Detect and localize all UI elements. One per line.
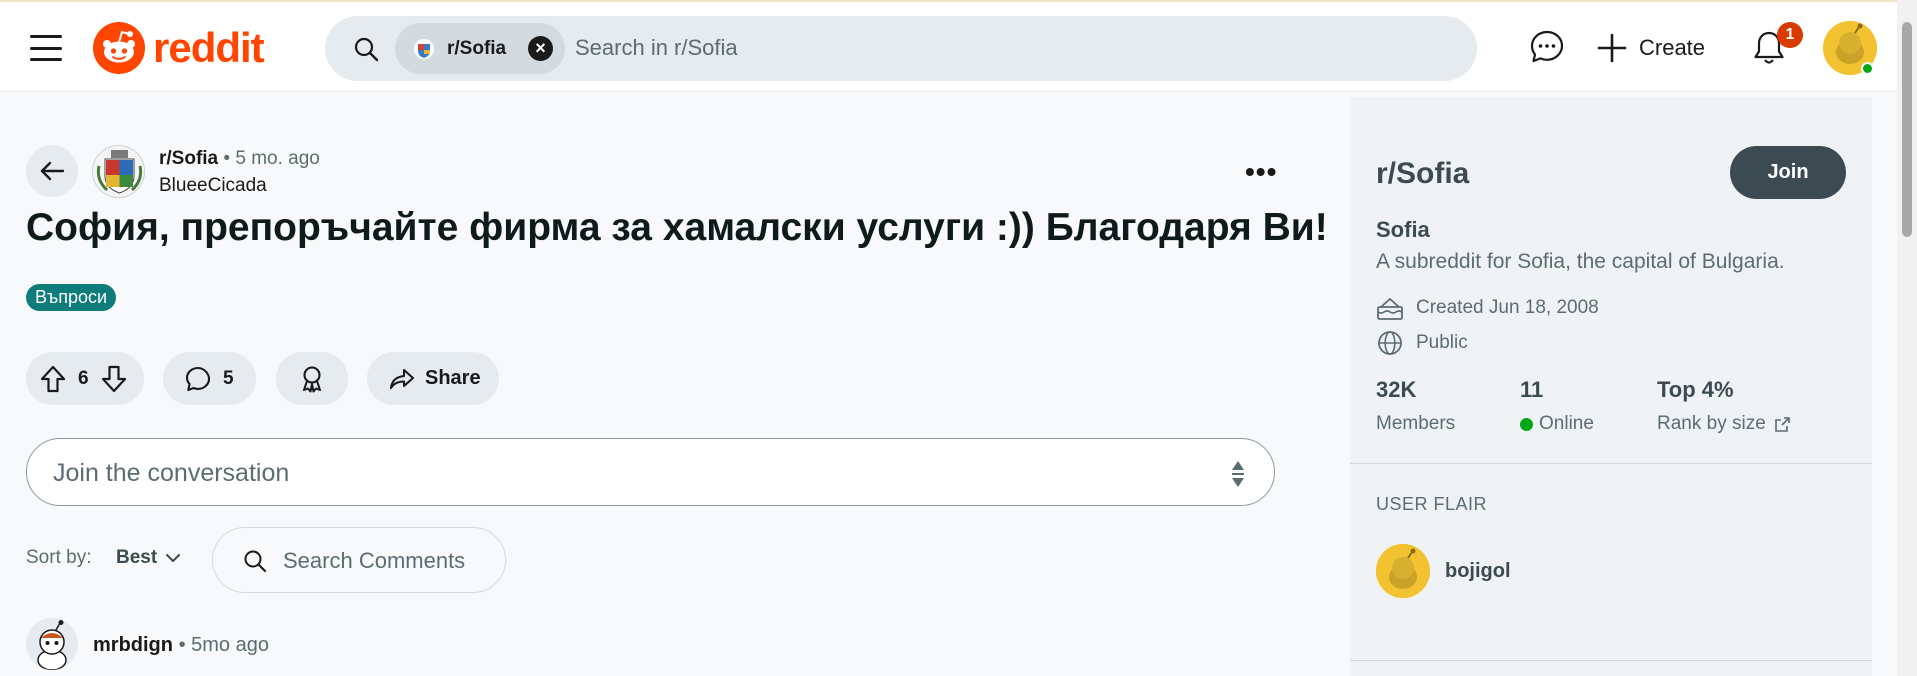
globe-icon [1378, 331, 1402, 355]
search-input[interactable] [575, 31, 1435, 65]
sidebar-divider [1350, 463, 1872, 464]
clear-scope-button[interactable]: × [528, 36, 553, 61]
search-icon [354, 37, 379, 62]
search-scope-chip[interactable]: r/Sofia × [395, 23, 565, 74]
reddit-logo[interactable]: reddit [93, 20, 265, 76]
comment-search-input[interactable] [283, 546, 483, 576]
community-description: A subreddit for Sofia, the capital of Bu… [1376, 250, 1785, 273]
rank-stat[interactable]: Top 4% Rank by size [1657, 377, 1791, 435]
commenter-avatar[interactable] [26, 618, 78, 670]
cake-icon [1377, 298, 1403, 320]
members-label: Members [1376, 413, 1456, 434]
expand-toggle-icon[interactable] [1230, 459, 1246, 489]
create-label: Create [1639, 35, 1706, 60]
search-bar[interactable]: r/Sofia × [325, 16, 1477, 81]
online-status-dot [1861, 62, 1874, 75]
post-meta: r/Sofia • 5 mo. ago [159, 148, 320, 170]
subreddit-crest-icon [414, 38, 434, 59]
search-chip-label: r/Sofia [447, 37, 507, 59]
comment-icon [185, 366, 211, 391]
visibility-row: Public [1376, 330, 1468, 356]
snoo-icon [93, 22, 145, 74]
sidebar-divider [1350, 660, 1872, 661]
rank-value: Top 4% [1657, 377, 1734, 402]
search-icon [244, 550, 267, 573]
comment-header: mrbdign • 5mo ago [93, 634, 269, 657]
top-navigation-bar: reddit r/Sofia × Create [0, 0, 1897, 92]
community-title: r/Sofia [1376, 157, 1470, 190]
post-timestamp: 5 mo. ago [235, 148, 320, 169]
rank-label: Rank by size [1657, 413, 1766, 434]
comments-button[interactable]: 5 [163, 352, 256, 405]
comment-search-box[interactable] [212, 527, 506, 593]
back-button[interactable] [26, 145, 78, 197]
comment-input[interactable] [53, 456, 1153, 490]
comment-timestamp: 5mo ago [191, 634, 269, 656]
meta-separator: • [178, 634, 192, 656]
members-stat: 32K Members [1376, 377, 1455, 435]
vote-control: 6 [26, 352, 144, 405]
menu-icon[interactable] [30, 35, 62, 61]
share-label: Share [425, 367, 481, 389]
comment-author[interactable]: mrbdign [93, 634, 173, 656]
post-author[interactable]: BlueeCicada [159, 175, 267, 197]
notification-badge: 1 [1777, 22, 1803, 48]
online-label: Online [1539, 413, 1594, 434]
chat-icon[interactable] [1529, 29, 1565, 65]
sort-dropdown[interactable]: Best [116, 543, 181, 573]
community-sidebar: r/Sofia Join Sofia A subreddit for Sofia… [1350, 97, 1872, 676]
online-count: 11 [1520, 377, 1544, 402]
share-icon [389, 368, 415, 389]
award-icon [303, 365, 321, 392]
flair-username: bojigol [1445, 560, 1511, 582]
sort-label: Sort by: [26, 547, 92, 568]
meta-separator: • [223, 148, 236, 169]
sort-value: Best [116, 547, 158, 568]
avatar-image [1376, 544, 1430, 598]
online-stat: 11 Online [1520, 377, 1594, 435]
vote-count: 6 [78, 367, 89, 389]
external-link-icon [1774, 416, 1790, 432]
flair-avatar[interactable] [1376, 544, 1430, 598]
user-flair-heading: USER FLAIR [1376, 494, 1488, 514]
upvote-icon[interactable] [40, 365, 66, 393]
logo-wordmark: reddit [153, 24, 265, 71]
online-dot-icon [1520, 417, 1533, 431]
join-button[interactable]: Join [1730, 146, 1846, 199]
page-scrollbar[interactable] [1897, 0, 1917, 676]
downvote-icon[interactable] [101, 365, 127, 393]
snoo-avatar-image [26, 618, 78, 670]
members-count: 32K [1376, 377, 1417, 402]
community-name: Sofia [1376, 217, 1430, 242]
more-options-button[interactable]: ••• [1245, 158, 1277, 186]
post-title: София, препоръчайте фирма за хамалски ус… [26, 206, 1328, 249]
subreddit-link[interactable]: r/Sofia [159, 148, 218, 169]
arrow-left-icon [40, 161, 65, 181]
sofia-crest-icon [93, 146, 144, 197]
comment-composer[interactable] [26, 438, 1275, 506]
online-label-row: Online [1520, 413, 1594, 435]
visibility-label: Public [1416, 332, 1468, 353]
created-date: Created Jun 18, 2008 [1416, 297, 1599, 318]
scrollbar-thumb[interactable] [1902, 22, 1912, 237]
chevron-down-icon [166, 554, 181, 562]
post-flair[interactable]: Въпроси [26, 284, 117, 311]
comment-count: 5 [223, 367, 234, 389]
award-button[interactable] [276, 352, 348, 405]
share-button[interactable]: Share [367, 352, 499, 405]
created-row: Created Jun 18, 2008 [1376, 295, 1599, 321]
subreddit-avatar[interactable] [92, 145, 145, 198]
rank-label-row[interactable]: Rank by size [1657, 413, 1791, 435]
plus-icon [1597, 33, 1627, 63]
create-post-button[interactable]: Create [1597, 26, 1705, 70]
